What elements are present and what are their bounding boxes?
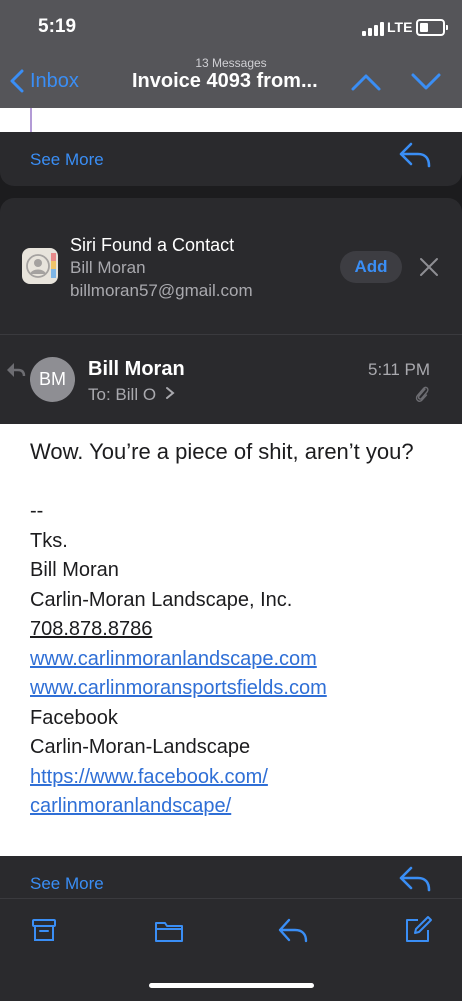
siri-suggestion-title: Siri Found a Contact bbox=[70, 235, 235, 255]
signature-separator: -- bbox=[30, 500, 44, 522]
home-indicator[interactable] bbox=[149, 983, 314, 988]
message-time: 5:11 PM bbox=[368, 360, 431, 379]
folder-icon[interactable] bbox=[153, 914, 185, 946]
avatar[interactable]: BM bbox=[30, 357, 75, 402]
chevron-up-icon[interactable] bbox=[350, 70, 382, 94]
thread-title: Invoice 4093 from... bbox=[132, 70, 318, 92]
recipient-name: Bill O bbox=[115, 385, 157, 404]
reply-icon[interactable] bbox=[398, 141, 432, 171]
paperclip-icon bbox=[414, 384, 430, 404]
close-icon[interactable] bbox=[418, 256, 440, 278]
recipient-line[interactable]: To: Bill O bbox=[88, 385, 175, 405]
signature-facebook-label: Facebook bbox=[30, 706, 118, 729]
signal-bars-icon bbox=[362, 22, 384, 36]
signature-company: Carlin-Moran Landscape, Inc. bbox=[30, 588, 293, 611]
sender-name[interactable]: Bill Moran bbox=[88, 358, 185, 381]
quote-line bbox=[30, 108, 32, 132]
website-link-1[interactable]: www.carlinmoranlandscape.com bbox=[30, 648, 317, 670]
signature-name: Bill Moran bbox=[30, 559, 119, 581]
message-body-text: Wow. You’re a piece of shit, aren’t you?… bbox=[30, 436, 430, 822]
siri-contact-name: Bill Moran bbox=[70, 258, 146, 277]
compose-icon[interactable] bbox=[402, 914, 434, 946]
signature-facebook-page: Carlin-Moran-Landscape bbox=[30, 736, 251, 758]
website-link-2[interactable]: www.carlinmoransportsfields.com bbox=[30, 677, 327, 699]
facebook-link[interactable]: https://www.facebook.com/ bbox=[30, 766, 268, 788]
status-time: 5:19 bbox=[38, 16, 77, 37]
message-text: Wow. You’re a piece of shit, aren’t you? bbox=[30, 439, 414, 464]
chevron-left-icon bbox=[10, 69, 24, 93]
network-label: LTE bbox=[387, 19, 413, 35]
reply-icon[interactable] bbox=[398, 865, 432, 895]
battery-icon bbox=[416, 19, 448, 36]
add-contact-button[interactable]: Add bbox=[340, 251, 402, 283]
see-more-button[interactable]: See More bbox=[30, 874, 104, 894]
chevron-down-icon[interactable] bbox=[410, 70, 442, 94]
divider bbox=[0, 334, 462, 335]
archive-icon[interactable] bbox=[28, 914, 60, 946]
siri-contact-email: billmoran57@gmail.com bbox=[70, 281, 253, 300]
chevron-right-icon bbox=[165, 387, 175, 399]
signature-thanks: Tks. bbox=[30, 529, 68, 552]
see-more-button[interactable]: See More bbox=[30, 150, 104, 170]
replied-icon bbox=[6, 362, 26, 378]
previous-message-body bbox=[0, 108, 462, 132]
reply-icon[interactable] bbox=[277, 914, 309, 946]
signature-phone: 708.878.8786 bbox=[30, 618, 153, 640]
inbox-back-button[interactable]: Inbox bbox=[10, 66, 110, 96]
to-label: To: bbox=[88, 385, 111, 404]
contacts-icon bbox=[22, 248, 58, 284]
back-label: Inbox bbox=[30, 69, 79, 92]
facebook-link-continued[interactable]: carlinmoranlandscape/ bbox=[30, 795, 231, 817]
